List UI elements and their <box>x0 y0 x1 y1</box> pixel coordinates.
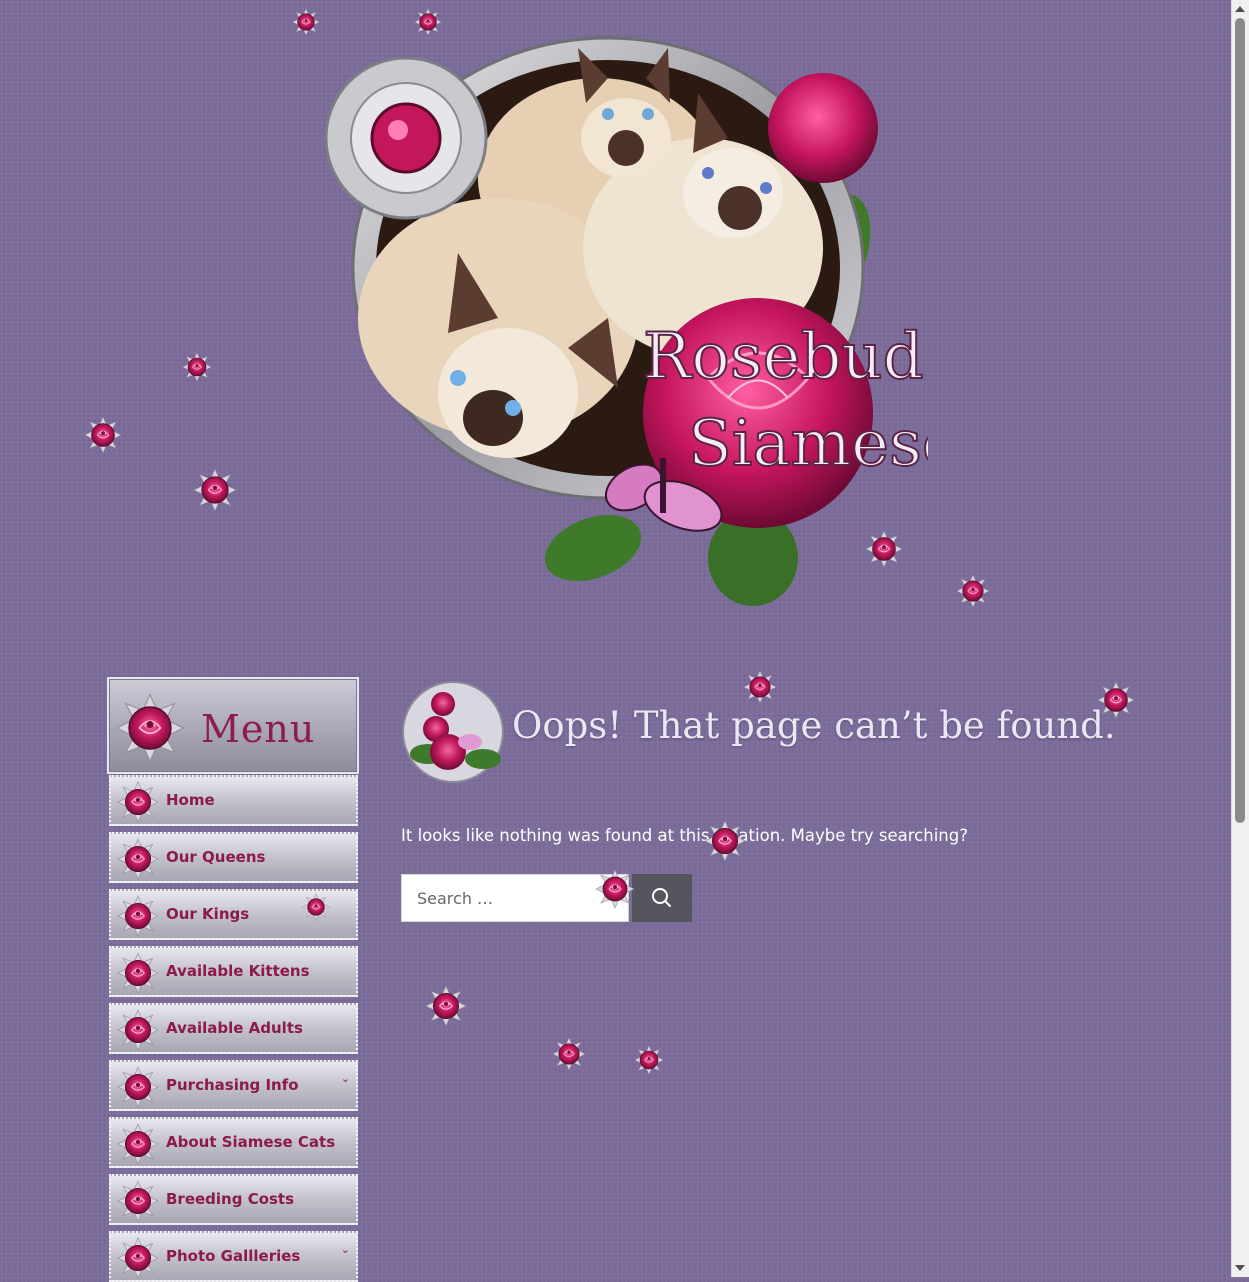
menu-item-label: Home <box>166 791 215 809</box>
not-found-message: It looks like nothing was found at this … <box>401 826 968 845</box>
menu-item-photo-galleries[interactable]: Photo Gallleries ⌄ <box>109 1231 358 1282</box>
page-title: Oops! That page can’t be found. <box>512 704 1116 747</box>
menu-header: Menu <box>107 677 359 774</box>
rose-icon <box>117 838 159 880</box>
menu-item-home[interactable]: Home <box>109 775 358 826</box>
rose-decoration <box>865 530 903 568</box>
menu-item-breeding-costs[interactable]: Breeding Costs <box>109 1174 358 1225</box>
menu-item-label: Our Queens <box>166 848 266 866</box>
menu-item-our-queens[interactable]: Our Queens <box>109 832 358 883</box>
site-logo[interactable]: Rosebud's Siamese <box>308 18 975 618</box>
rose-icon <box>117 952 159 994</box>
rose-icon <box>117 1066 159 1108</box>
scroll-thumb[interactable] <box>1235 18 1245 823</box>
menu-item-available-kittens[interactable]: Available Kittens <box>109 946 358 997</box>
rose-decoration <box>182 352 212 382</box>
rose-decoration <box>425 985 467 1027</box>
search-icon <box>652 888 671 907</box>
rose-decoration <box>956 574 990 608</box>
menu-item-purchasing-info[interactable]: Purchasing Info ⌄ <box>109 1060 358 1111</box>
menu-item-label: Available Adults <box>166 1019 303 1037</box>
chevron-down-icon[interactable]: ⌄ <box>341 1243 350 1256</box>
rose-icon <box>117 895 159 937</box>
menu-title: Menu <box>201 707 316 751</box>
rose-decoration <box>595 869 635 909</box>
logo-text-line1: Rosebud's <box>643 320 928 394</box>
rose-icon <box>117 1123 159 1165</box>
menu-item-label: Our Kings <box>166 905 250 923</box>
rose-icon <box>117 1009 159 1051</box>
menu-item-label: About Siamese Cats <box>166 1133 336 1151</box>
menu-item-label: Available Kittens <box>166 962 310 980</box>
rose-decoration <box>292 8 320 36</box>
rose-decoration <box>704 820 746 862</box>
menu-item-label: Purchasing Info <box>166 1076 299 1094</box>
scroll-down-icon[interactable] <box>1235 1265 1245 1271</box>
rose-icon <box>117 781 159 823</box>
scroll-up-icon[interactable] <box>1235 6 1245 12</box>
logo-text-line2: Siamese <box>688 407 928 481</box>
rose-decoration <box>743 670 777 704</box>
rose-decoration <box>634 1045 664 1075</box>
menu-item-about-siamese-cats[interactable]: About Siamese Cats <box>109 1117 358 1168</box>
search-button[interactable] <box>632 874 692 922</box>
menu-item-label: Photo Gallleries <box>166 1247 301 1265</box>
rose-icon <box>117 1180 159 1222</box>
rose-bouquet-icon <box>398 674 508 790</box>
menu-item-label: Breeding Costs <box>166 1190 295 1208</box>
rose-icon <box>115 693 185 763</box>
rose-decoration <box>552 1037 586 1071</box>
rose-decoration <box>193 468 237 512</box>
chevron-down-icon[interactable]: ⌄ <box>341 1072 350 1085</box>
rose-decoration <box>84 416 122 454</box>
vertical-scrollbar[interactable] <box>1231 0 1249 1277</box>
rose-decoration <box>414 8 442 36</box>
menu-item-available-adults[interactable]: Available Adults <box>109 1003 358 1054</box>
rose-decoration <box>302 893 330 921</box>
rose-icon <box>117 1237 159 1279</box>
